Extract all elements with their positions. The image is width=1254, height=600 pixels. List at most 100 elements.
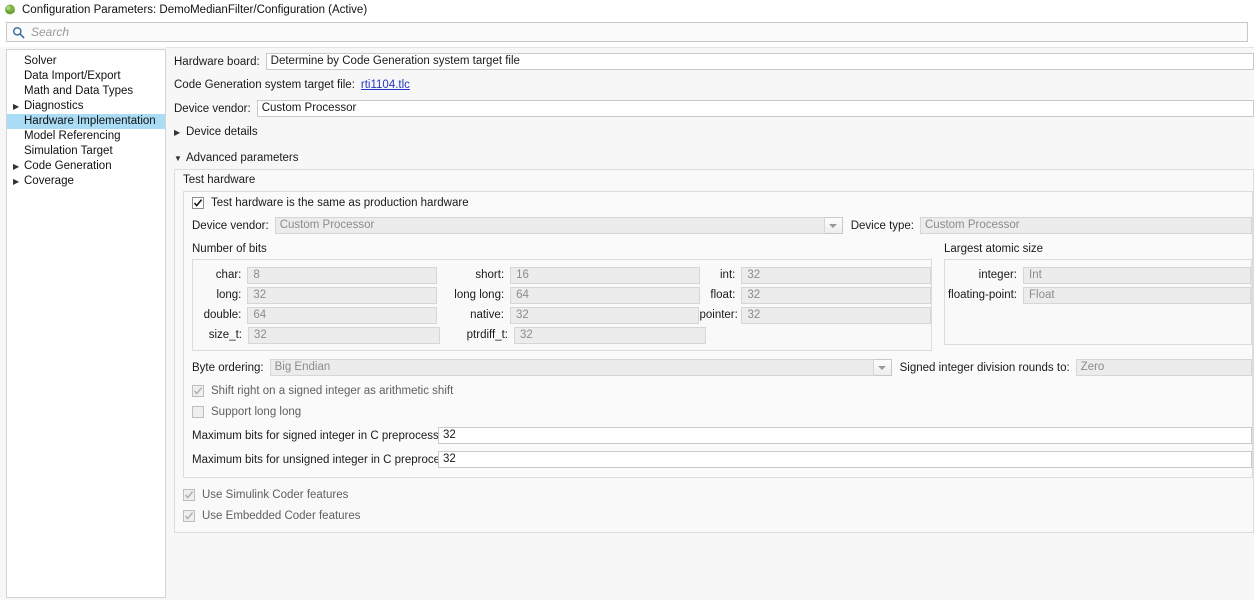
bits-field-long[interactable]: 32 [247, 287, 437, 304]
bits-field-double[interactable]: 64 [247, 307, 437, 324]
chevron-down-icon [878, 366, 886, 370]
sidebar-item-data-import-export[interactable]: Data Import/Export [7, 69, 165, 84]
search-input[interactable]: Search [6, 22, 1248, 42]
test-device-vendor-label: Device vendor: [192, 220, 269, 232]
sidebar-item-model-referencing[interactable]: Model Referencing [7, 129, 165, 144]
shift-right-label: Shift right on a signed integer as arith… [211, 385, 453, 397]
chevron-right-icon[interactable]: ▶ [13, 99, 24, 114]
atomic-label: integer: [945, 269, 1023, 281]
test-device-type-field[interactable]: Custom Processor [920, 217, 1252, 234]
bits-label: float: [700, 289, 742, 301]
bits-field-ptrdiff-t[interactable]: 32 [514, 327, 706, 344]
bits-field-native[interactable]: 32 [510, 307, 700, 324]
use-embedded-coder-checkbox[interactable] [183, 510, 195, 522]
window-title-bar: Configuration Parameters: DemoMedianFilt… [0, 0, 1254, 19]
signed-division-field[interactable]: Zero [1076, 359, 1252, 376]
chevron-down-icon: ▼ [174, 154, 186, 163]
bits-label: short: [437, 269, 510, 281]
max-bits-unsigned-field[interactable]: 32 [438, 451, 1252, 468]
hardware-board-field[interactable]: Determine by Code Generation system targ… [266, 53, 1254, 70]
bits-field-char[interactable]: 8 [247, 267, 437, 284]
chevron-right-icon: ▶ [174, 128, 186, 137]
chevron-right-icon[interactable]: ▶ [13, 174, 24, 189]
sidebar-item-label: Simulation Target [24, 144, 113, 159]
same-as-production-checkbox[interactable] [192, 197, 204, 209]
sidebar-item-math-and-data-types[interactable]: Math and Data Types [7, 84, 165, 99]
sidebar-item-label: Code Generation [24, 159, 112, 174]
device-details-disclosure[interactable]: ▶ Device details [174, 126, 1254, 138]
sidebar-item-diagnostics[interactable]: ▶ Diagnostics [7, 99, 165, 114]
sidebar-item-solver[interactable]: Solver [7, 54, 165, 69]
test-device-type-label: Device type: [851, 220, 914, 232]
search-bar-container: Search [0, 19, 1254, 45]
bits-field-pointer[interactable]: 32 [741, 307, 931, 324]
use-simulink-coder-label: Use Simulink Coder features [202, 489, 348, 501]
bits-row: char: 8 short: 16 int: 32 [193, 265, 931, 285]
advanced-parameters-disclosure[interactable]: ▼ Advanced parameters [174, 152, 1254, 164]
use-embedded-coder-row: Use Embedded Coder features [183, 510, 1253, 522]
support-long-long-checkbox[interactable] [192, 406, 204, 418]
max-bits-signed-field[interactable]: 32 [438, 427, 1252, 444]
sidebar-item-label: Hardware Implementation [24, 114, 156, 129]
atomic-row: integer: Int [945, 265, 1251, 285]
support-long-long-row: Support long long [192, 406, 1252, 418]
bits-field-short[interactable]: 16 [510, 267, 700, 284]
use-simulink-coder-checkbox[interactable] [183, 489, 195, 501]
byte-ordering-row: Byte ordering: Big Endian Signed integer… [192, 359, 1252, 376]
number-of-bits-title: Number of bits [192, 243, 932, 255]
main-split: Solver Data Import/Export Math and Data … [0, 47, 1254, 600]
byte-ordering-dropdown-button[interactable] [874, 359, 892, 376]
sidebar-item-label: Solver [24, 54, 57, 69]
bits-label: char: [193, 269, 247, 281]
sidebar-item-simulation-target[interactable]: Simulation Target [7, 144, 165, 159]
atomic-row: floating-point: Float [945, 285, 1251, 305]
bits-row: long: 32 long long: 64 float: 32 [193, 285, 931, 305]
device-details-label: Device details [186, 126, 258, 138]
settings-tree: Solver Data Import/Export Math and Data … [6, 49, 166, 598]
bits-field-size-t[interactable]: 32 [248, 327, 440, 344]
bits-field-long-long[interactable]: 64 [510, 287, 700, 304]
bits-field-int[interactable]: 32 [741, 267, 931, 284]
bits-row: double: 64 native: 32 pointer: 32 [193, 305, 931, 325]
test-hardware-group-title: Test hardware [183, 174, 1253, 186]
system-target-file-row: Code Generation system target file: rti1… [174, 79, 1254, 91]
bits-label: int: [700, 269, 742, 281]
hardware-board-row: Hardware board: Determine by Code Genera… [174, 53, 1254, 70]
max-bits-signed-row: Maximum bits for signed integer in C pre… [192, 427, 1252, 444]
test-device-vendor-dropdown-button[interactable] [825, 217, 843, 234]
parameters-pane: Hardware board: Determine by Code Genera… [166, 47, 1254, 600]
same-as-production-label: Test hardware is the same as production … [211, 197, 469, 209]
sidebar-item-code-generation[interactable]: ▶ Code Generation [7, 159, 165, 174]
atomic-field-integer[interactable]: Int [1023, 267, 1251, 284]
use-embedded-coder-label: Use Embedded Coder features [202, 510, 361, 522]
byte-ordering-field[interactable]: Big Endian [270, 359, 874, 376]
shift-right-checkbox[interactable] [192, 385, 204, 397]
bits-row: size_t: 32 ptrdiff_t: 32 [193, 325, 931, 345]
sidebar-item-hardware-implementation[interactable]: Hardware Implementation [7, 114, 165, 129]
byte-ordering-label: Byte ordering: [192, 362, 264, 374]
system-target-file-link[interactable]: rti1104.tlc [361, 79, 410, 91]
device-vendor-top-field[interactable]: Custom Processor [257, 100, 1254, 117]
largest-atomic-size-grid: integer: Int floating-point: Float [944, 259, 1252, 345]
largest-atomic-size-title: Largest atomic size [944, 243, 1252, 255]
bits-field-float[interactable]: 32 [741, 287, 931, 304]
test-device-vendor-field[interactable]: Custom Processor [275, 217, 825, 234]
signed-division-label: Signed integer division rounds to: [900, 362, 1070, 374]
number-of-bits-section: Number of bits char: 8 short: 16 int: 32 [192, 243, 932, 351]
bits-label: pointer: [699, 309, 741, 321]
window-title: Configuration Parameters: DemoMedianFilt… [22, 4, 367, 16]
bits-and-atomic-wrap: Number of bits char: 8 short: 16 int: 32 [192, 243, 1252, 351]
same-as-production-row: Test hardware is the same as production … [192, 197, 1252, 209]
sidebar-item-label: Data Import/Export [24, 69, 121, 84]
hardware-board-label: Hardware board: [174, 56, 260, 68]
chevron-down-icon [829, 224, 837, 228]
chevron-right-icon[interactable]: ▶ [13, 159, 24, 174]
device-vendor-top-label: Device vendor: [174, 103, 251, 115]
search-icon [12, 26, 25, 39]
device-vendor-top-row: Device vendor: Custom Processor [174, 100, 1254, 117]
sidebar-item-coverage[interactable]: ▶ Coverage [7, 174, 165, 189]
atomic-field-floating-point[interactable]: Float [1023, 287, 1251, 304]
shift-right-row: Shift right on a signed integer as arith… [192, 385, 1252, 397]
sidebar-item-label: Diagnostics [24, 99, 83, 114]
bits-label: native: [437, 309, 510, 321]
